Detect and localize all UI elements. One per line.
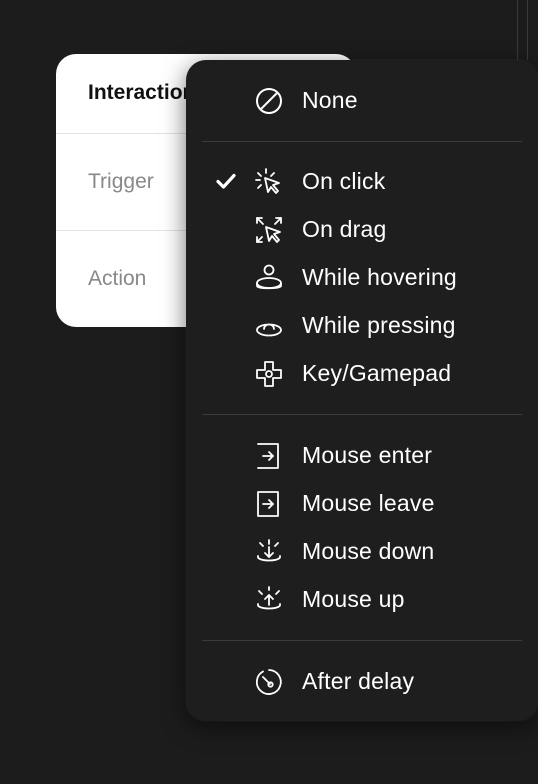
menu-item-label: After delay	[302, 667, 415, 694]
mouse-leave-icon	[254, 489, 284, 519]
menu-item-label: While pressing	[302, 311, 456, 338]
menu-item-label: Mouse down	[302, 537, 435, 564]
drag-icon	[254, 215, 284, 245]
menu-item-on-click[interactable]: On click	[186, 157, 538, 205]
gamepad-icon	[254, 359, 284, 389]
menu-item-label: Key/Gamepad	[302, 359, 452, 386]
menu-item-while-hovering[interactable]: While hovering	[186, 253, 538, 301]
click-icon	[254, 167, 284, 197]
mouse-enter-icon	[254, 441, 284, 471]
menu-item-label: On click	[302, 167, 386, 194]
none-icon	[254, 86, 284, 116]
trigger-dropdown-menu: None On click On drag While hovering Whi…	[186, 60, 538, 721]
action-label: Action	[88, 267, 147, 290]
menu-item-on-drag[interactable]: On drag	[186, 205, 538, 253]
menu-separator	[202, 141, 522, 142]
menu-item-label: While hovering	[302, 263, 457, 290]
menu-item-mouse-up[interactable]: Mouse up	[186, 575, 538, 623]
menu-separator	[202, 640, 522, 641]
mouse-up-icon	[254, 585, 284, 615]
hover-icon	[254, 263, 284, 293]
menu-item-after-delay[interactable]: After delay	[186, 657, 538, 705]
menu-item-label: On drag	[302, 215, 387, 242]
after-delay-icon	[254, 667, 284, 697]
menu-item-mouse-leave[interactable]: Mouse leave	[186, 479, 538, 527]
checkmark-icon	[214, 169, 238, 193]
menu-item-mouse-down[interactable]: Mouse down	[186, 527, 538, 575]
menu-item-none[interactable]: None	[186, 76, 538, 124]
window-edge-line	[527, 0, 528, 60]
menu-separator	[202, 414, 522, 415]
press-icon	[254, 311, 284, 341]
menu-item-label: Mouse enter	[302, 441, 433, 468]
menu-item-label: Mouse up	[302, 585, 405, 612]
menu-item-label: Mouse leave	[302, 489, 435, 516]
menu-item-key-gamepad[interactable]: Key/Gamepad	[186, 349, 538, 397]
menu-item-label: None	[302, 86, 358, 113]
trigger-label: Trigger	[88, 170, 154, 193]
menu-item-while-pressing[interactable]: While pressing	[186, 301, 538, 349]
mouse-down-icon	[254, 537, 284, 567]
window-edge-line	[517, 0, 518, 60]
menu-item-mouse-enter[interactable]: Mouse enter	[186, 431, 538, 479]
